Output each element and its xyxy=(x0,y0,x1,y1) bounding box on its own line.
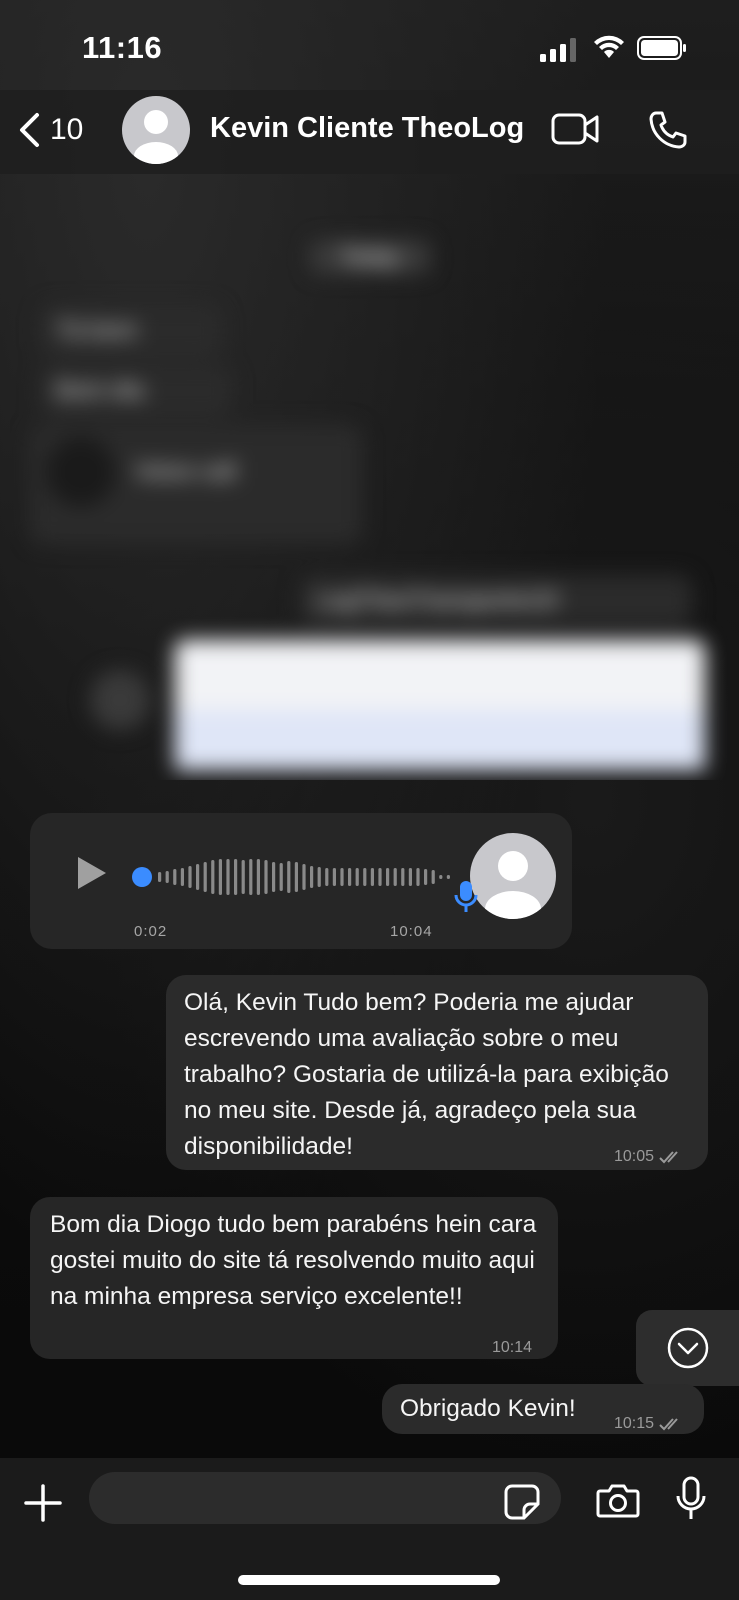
blurred-icon xyxy=(90,670,150,730)
message-incoming[interactable]: Bom dia Diogo tudo bem parabéns hein car… xyxy=(30,1197,558,1359)
waveform-bar xyxy=(196,864,200,890)
play-icon[interactable] xyxy=(76,855,108,891)
waveform-bar xyxy=(249,859,253,895)
phone-icon[interactable] xyxy=(648,110,688,150)
contact-name[interactable]: Kevin Cliente TheoLog xyxy=(210,112,524,145)
blurred-message: LogTheoTransporte10! xyxy=(300,575,692,627)
message-time: 10:15 xyxy=(614,1415,655,1432)
waveform-bar xyxy=(264,860,268,894)
double-check-icon xyxy=(659,1418,678,1431)
waveform-bar xyxy=(424,869,428,885)
waveform-bar xyxy=(340,868,344,886)
waveform-bar xyxy=(211,860,215,894)
waveform-bar xyxy=(378,868,382,886)
waveform-bar xyxy=(386,868,390,886)
voice-message: 0:02 10:04 xyxy=(30,813,572,949)
waveform-bar xyxy=(332,868,336,886)
voice-time: 10:04 xyxy=(390,923,433,940)
waveform-bar xyxy=(234,859,238,895)
message-time: 10:14 xyxy=(492,1339,533,1356)
microphone-icon xyxy=(454,881,478,912)
video-call-icon[interactable] xyxy=(551,112,599,146)
message-outgoing[interactable]: Obrigado Kevin! 10:15 xyxy=(382,1384,704,1434)
wifi-icon xyxy=(594,35,624,58)
date-separator: Today xyxy=(310,240,430,274)
battery-icon xyxy=(637,36,686,60)
waveform-bar xyxy=(241,860,245,894)
waveform-bar xyxy=(272,862,276,892)
waveform-bar xyxy=(370,868,374,886)
chevron-down-circle-icon xyxy=(667,1327,709,1369)
message-input[interactable] xyxy=(89,1472,561,1524)
waveform-bar xyxy=(348,868,352,886)
blurred-message: Bom dia xyxy=(40,365,232,417)
waveform-bar xyxy=(287,861,291,893)
waveform-bar xyxy=(431,870,435,884)
waveform-bar xyxy=(317,867,321,887)
blurred-message: Tá bom xyxy=(40,305,222,357)
waveform-bar xyxy=(279,863,283,891)
message-outgoing[interactable]: Olá, Kevin Tudo bem? Poderia me ajudar e… xyxy=(166,975,708,1170)
waveform-bar xyxy=(173,869,177,885)
message-text: Bom dia Diogo tudo bem parabéns hein car… xyxy=(50,1211,537,1310)
plus-icon[interactable] xyxy=(24,1484,62,1522)
waveform-bar xyxy=(310,866,314,888)
waveform-bar xyxy=(226,859,230,895)
waveform-bar xyxy=(325,868,329,886)
waveform-bar xyxy=(446,875,450,879)
message-meta: 10:15 xyxy=(614,1406,684,1442)
waveform-bar xyxy=(439,875,443,879)
audio-waveform[interactable] xyxy=(132,855,472,899)
waveform-bar xyxy=(401,868,405,886)
blurred-call: Voice call xyxy=(30,425,362,544)
microphone-icon[interactable] xyxy=(676,1476,706,1522)
person-icon xyxy=(485,851,541,919)
waveform-bar xyxy=(180,868,184,886)
message-text: Obrigado Kevin! xyxy=(400,1395,576,1422)
message-meta: 10:14 xyxy=(492,1330,532,1366)
double-check-icon xyxy=(659,1151,678,1164)
blurred-card-band xyxy=(175,710,705,770)
home-indicator xyxy=(238,1575,500,1585)
status-bar: 11:16 xyxy=(0,0,739,90)
waveform-bar xyxy=(302,864,306,890)
message-meta: 10:05 xyxy=(614,1139,684,1175)
chevron-left-icon xyxy=(20,113,39,147)
waveform-bar xyxy=(393,868,397,886)
waveform-bar xyxy=(355,868,359,886)
waveform-bar xyxy=(363,868,367,886)
person-icon xyxy=(134,110,178,164)
call-label: Voice call xyxy=(134,458,237,485)
waveform-bar xyxy=(188,866,192,888)
waveform-bar xyxy=(218,859,222,895)
waveform-bar xyxy=(165,871,169,883)
status-time: 11:16 xyxy=(82,30,163,65)
message-text: Olá, Kevin Tudo bem? Poderia me ajudar e… xyxy=(184,989,669,1160)
waveform-bar xyxy=(408,868,412,886)
waveform-bar xyxy=(416,868,420,886)
waveform-bar xyxy=(256,859,260,895)
unread-count: 10 xyxy=(50,113,84,146)
blurred-messages: Today Tá bom Bom dia Voice call LogTheoT… xyxy=(10,180,729,780)
message-time: 10:05 xyxy=(614,1148,655,1165)
waveform-bar xyxy=(203,862,207,892)
sticker-icon[interactable] xyxy=(504,1484,540,1520)
playhead-dot[interactable] xyxy=(132,867,152,887)
back-button[interactable]: 10 xyxy=(18,112,83,148)
waveform-bar xyxy=(158,872,162,882)
waveform-bar xyxy=(294,862,298,892)
voice-duration: 0:02 xyxy=(134,923,168,940)
contact-avatar[interactable] xyxy=(122,96,190,164)
scroll-to-bottom-button[interactable] xyxy=(636,1310,739,1386)
chat-header: 10 Kevin Cliente TheoLog xyxy=(0,90,739,174)
signal-icon xyxy=(540,38,576,62)
sender-avatar xyxy=(470,833,556,919)
camera-icon[interactable] xyxy=(596,1482,640,1518)
